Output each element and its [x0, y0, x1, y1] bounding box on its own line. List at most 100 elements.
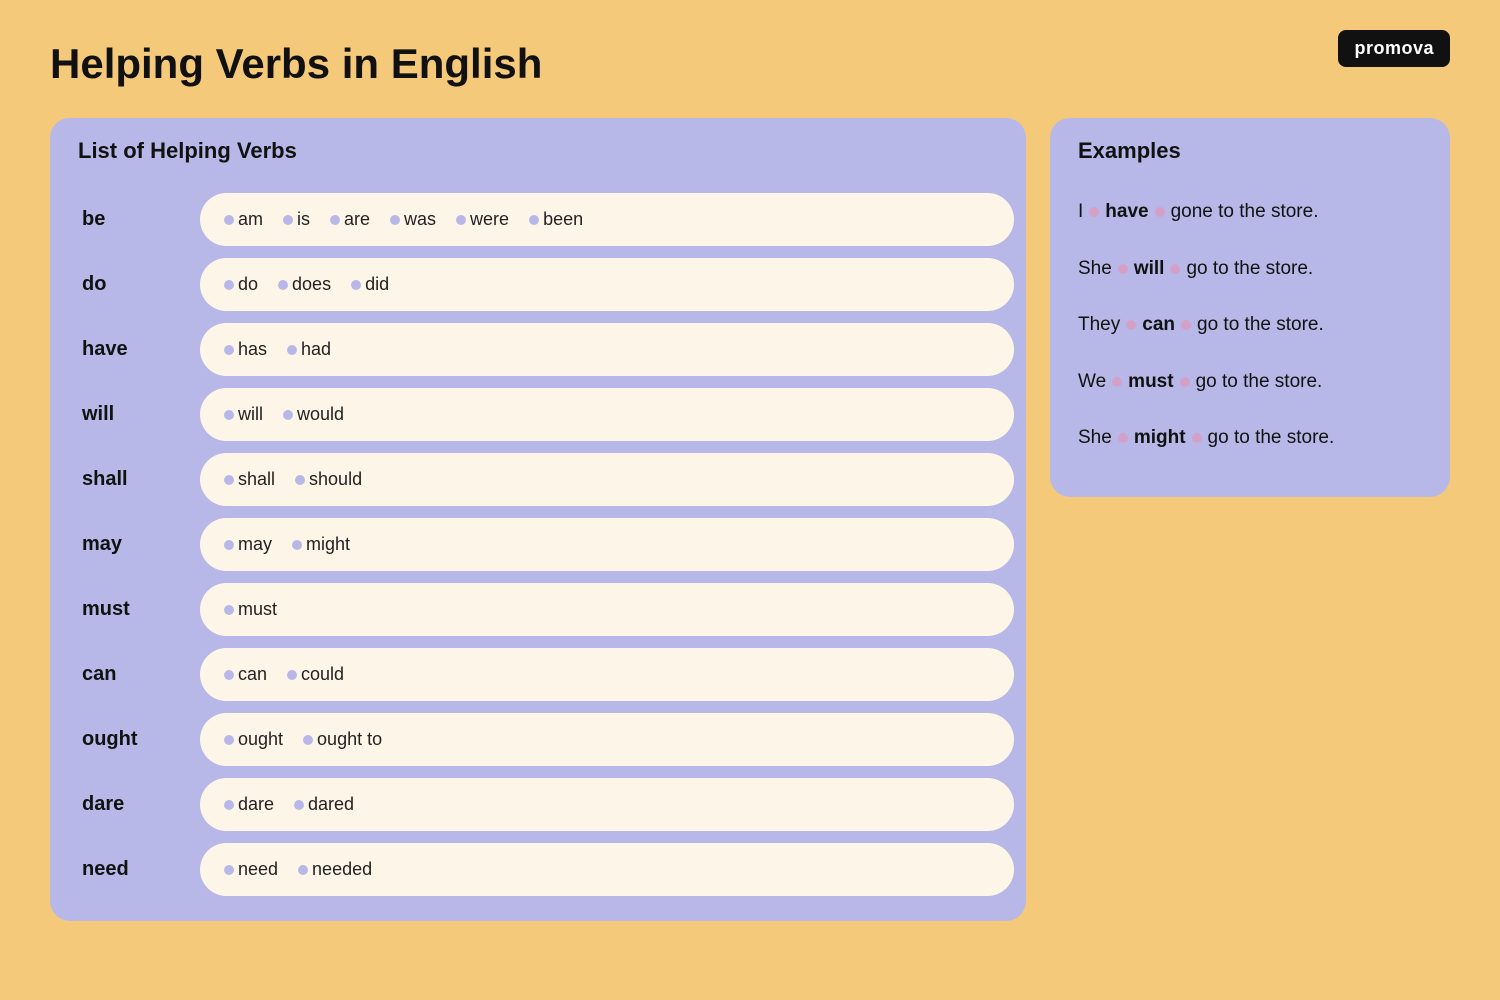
form-text: can [238, 664, 267, 685]
form-item: may [224, 534, 284, 555]
accent-dot-left [1118, 264, 1128, 274]
left-panel: List of Helping Verbs beamisarewaswerebe… [50, 118, 1026, 921]
example-verb: must [1128, 368, 1173, 397]
example-after: gone to the store. [1171, 198, 1319, 227]
bullet-dot [529, 215, 539, 225]
form-item: were [456, 209, 521, 230]
accent-dot-right [1180, 377, 1190, 387]
bullet-dot [287, 345, 297, 355]
form-text: ought [238, 729, 283, 750]
form-item: had [287, 339, 331, 360]
verb-label: be [62, 190, 192, 249]
example-before: They [1078, 311, 1120, 340]
verb-row: dododoesdid [62, 255, 1014, 314]
form-item: need [224, 859, 290, 880]
bullet-dot [224, 735, 234, 745]
form-item: is [283, 209, 322, 230]
bullet-dot [330, 215, 340, 225]
bullet-dot [224, 475, 234, 485]
bullet-dot [351, 280, 361, 290]
verb-forms: dodoesdid [200, 258, 1014, 311]
form-item: has [224, 339, 279, 360]
bullet-dot [224, 670, 234, 680]
example-after: go to the store. [1186, 255, 1313, 284]
form-text: has [238, 339, 267, 360]
main-layout: List of Helping Verbs beamisarewaswerebe… [50, 118, 1450, 921]
accent-dot-left [1089, 207, 1099, 217]
verb-forms: will would [200, 388, 1014, 441]
bullet-dot [224, 410, 234, 420]
example-after: go to the store. [1197, 311, 1324, 340]
form-item: dared [294, 794, 354, 815]
bullet-dot [456, 215, 466, 225]
form-item: should [295, 469, 362, 490]
bullet-dot [294, 800, 304, 810]
example-sentence: Theycan go to the store. [1050, 297, 1450, 354]
verb-label: will [62, 385, 192, 444]
verb-row: mustmust [62, 580, 1014, 639]
verb-forms: ought ought to [200, 713, 1014, 766]
form-text: dare [238, 794, 274, 815]
page-title: Helping Verbs in English [50, 40, 1450, 88]
bullet-dot [283, 410, 293, 420]
example-verb: can [1142, 311, 1175, 340]
right-panel-header: Examples [1050, 118, 1450, 184]
form-text: had [301, 339, 331, 360]
example-sentence: Wemustgo to the store. [1050, 354, 1450, 411]
verb-row: have has had [62, 320, 1014, 379]
example-verb: have [1105, 198, 1148, 227]
form-text: could [301, 664, 344, 685]
accent-dot-right [1181, 320, 1191, 330]
form-text: will [238, 404, 263, 425]
form-text: is [297, 209, 310, 230]
form-item: am [224, 209, 275, 230]
verb-forms: can could [200, 648, 1014, 701]
example-before: I [1078, 198, 1083, 227]
verb-row: beamisarewaswerebeen [62, 190, 1014, 249]
form-item: could [287, 664, 344, 685]
accent-dot-right [1170, 264, 1180, 274]
verb-rows-container: beamisarewaswerebeendododoesdidhavehasha… [50, 190, 1026, 899]
form-text: dared [308, 794, 354, 815]
accent-dot-right [1192, 433, 1202, 443]
verb-row: need need needed [62, 840, 1014, 899]
form-text: does [292, 274, 331, 295]
example-sentence: Shewill go to the store. [1050, 241, 1450, 298]
bullet-dot [224, 280, 234, 290]
example-before: She [1078, 255, 1112, 284]
form-text: need [238, 859, 278, 880]
verb-forms: must [200, 583, 1014, 636]
form-text: ought to [317, 729, 382, 750]
verb-label: must [62, 580, 192, 639]
bullet-dot [224, 345, 234, 355]
form-text: needed [312, 859, 372, 880]
verb-row: can can could [62, 645, 1014, 704]
verb-label: have [62, 320, 192, 379]
form-text: shall [238, 469, 275, 490]
verb-label: need [62, 840, 192, 899]
verb-row: ought ought ought to [62, 710, 1014, 769]
form-item: might [292, 534, 350, 555]
verb-forms: may might [200, 518, 1014, 571]
accent-dot-left [1126, 320, 1136, 330]
form-item: been [529, 209, 583, 230]
example-verb: will [1134, 255, 1165, 284]
example-sentence: Ihave gone to the store. [1050, 184, 1450, 241]
form-text: would [297, 404, 344, 425]
form-text: was [404, 209, 436, 230]
bullet-dot [283, 215, 293, 225]
verb-row: will will would [62, 385, 1014, 444]
form-item: can [224, 664, 279, 685]
verb-row: dare dare dared [62, 775, 1014, 834]
bullet-dot [224, 865, 234, 875]
form-item: ought to [303, 729, 382, 750]
logo: promova [1338, 30, 1450, 67]
bullet-dot [292, 540, 302, 550]
verb-label: can [62, 645, 192, 704]
verb-label: shall [62, 450, 192, 509]
verb-label: ought [62, 710, 192, 769]
verb-label: dare [62, 775, 192, 834]
bullet-dot [390, 215, 400, 225]
left-panel-header: List of Helping Verbs [50, 118, 1026, 184]
form-text: am [238, 209, 263, 230]
